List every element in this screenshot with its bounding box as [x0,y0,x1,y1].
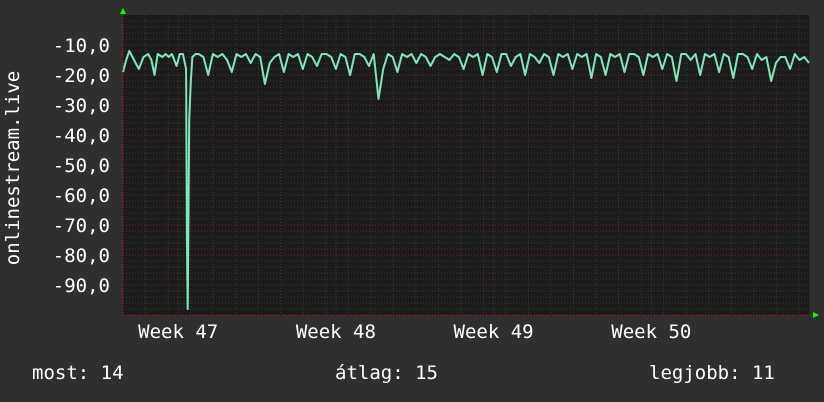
y-axis-label: onlinestream.live [2,71,24,265]
y-tick-label: -70,0 [53,215,110,237]
x-axis-ticks: Week 47 Week 48 Week 49 Week 50 [138,321,691,343]
average-value: átlag: 15 [335,362,438,384]
y-tick-label: -50,0 [53,155,110,177]
y-tick-label: -80,0 [53,245,110,267]
stats-bar: most: 14 átlag: 15 legjobb: 11 [0,362,824,392]
y-axis-arrow [120,8,126,14]
y-tick-label: -60,0 [53,185,110,207]
x-axis-arrow [813,312,819,318]
best-value: legjobb: 11 [649,362,775,384]
chart: -10,0 -20,0 -30,0 -40,0 -50,0 -60,0 -70,0 -80,0… [2,8,819,343]
y-tick-label: -20,0 [53,65,110,87]
current-value: most: 14 [32,362,124,384]
y-tick-label: -90,0 [53,275,110,297]
x-tick-label: Week 48 [296,321,376,343]
x-tick-label: Week 50 [611,321,691,343]
y-axis-ticks: -10,0 -20,0 -30,0 -40,0 -50,0 -60,0 -70,0 -80,0… [53,35,110,297]
y-tick-label: -10,0 [53,35,110,57]
x-tick-label: Week 49 [454,321,534,343]
y-tick-label: -40,0 [53,125,110,147]
y-tick-label: -30,0 [53,95,110,117]
x-tick-label: Week 47 [138,321,218,343]
